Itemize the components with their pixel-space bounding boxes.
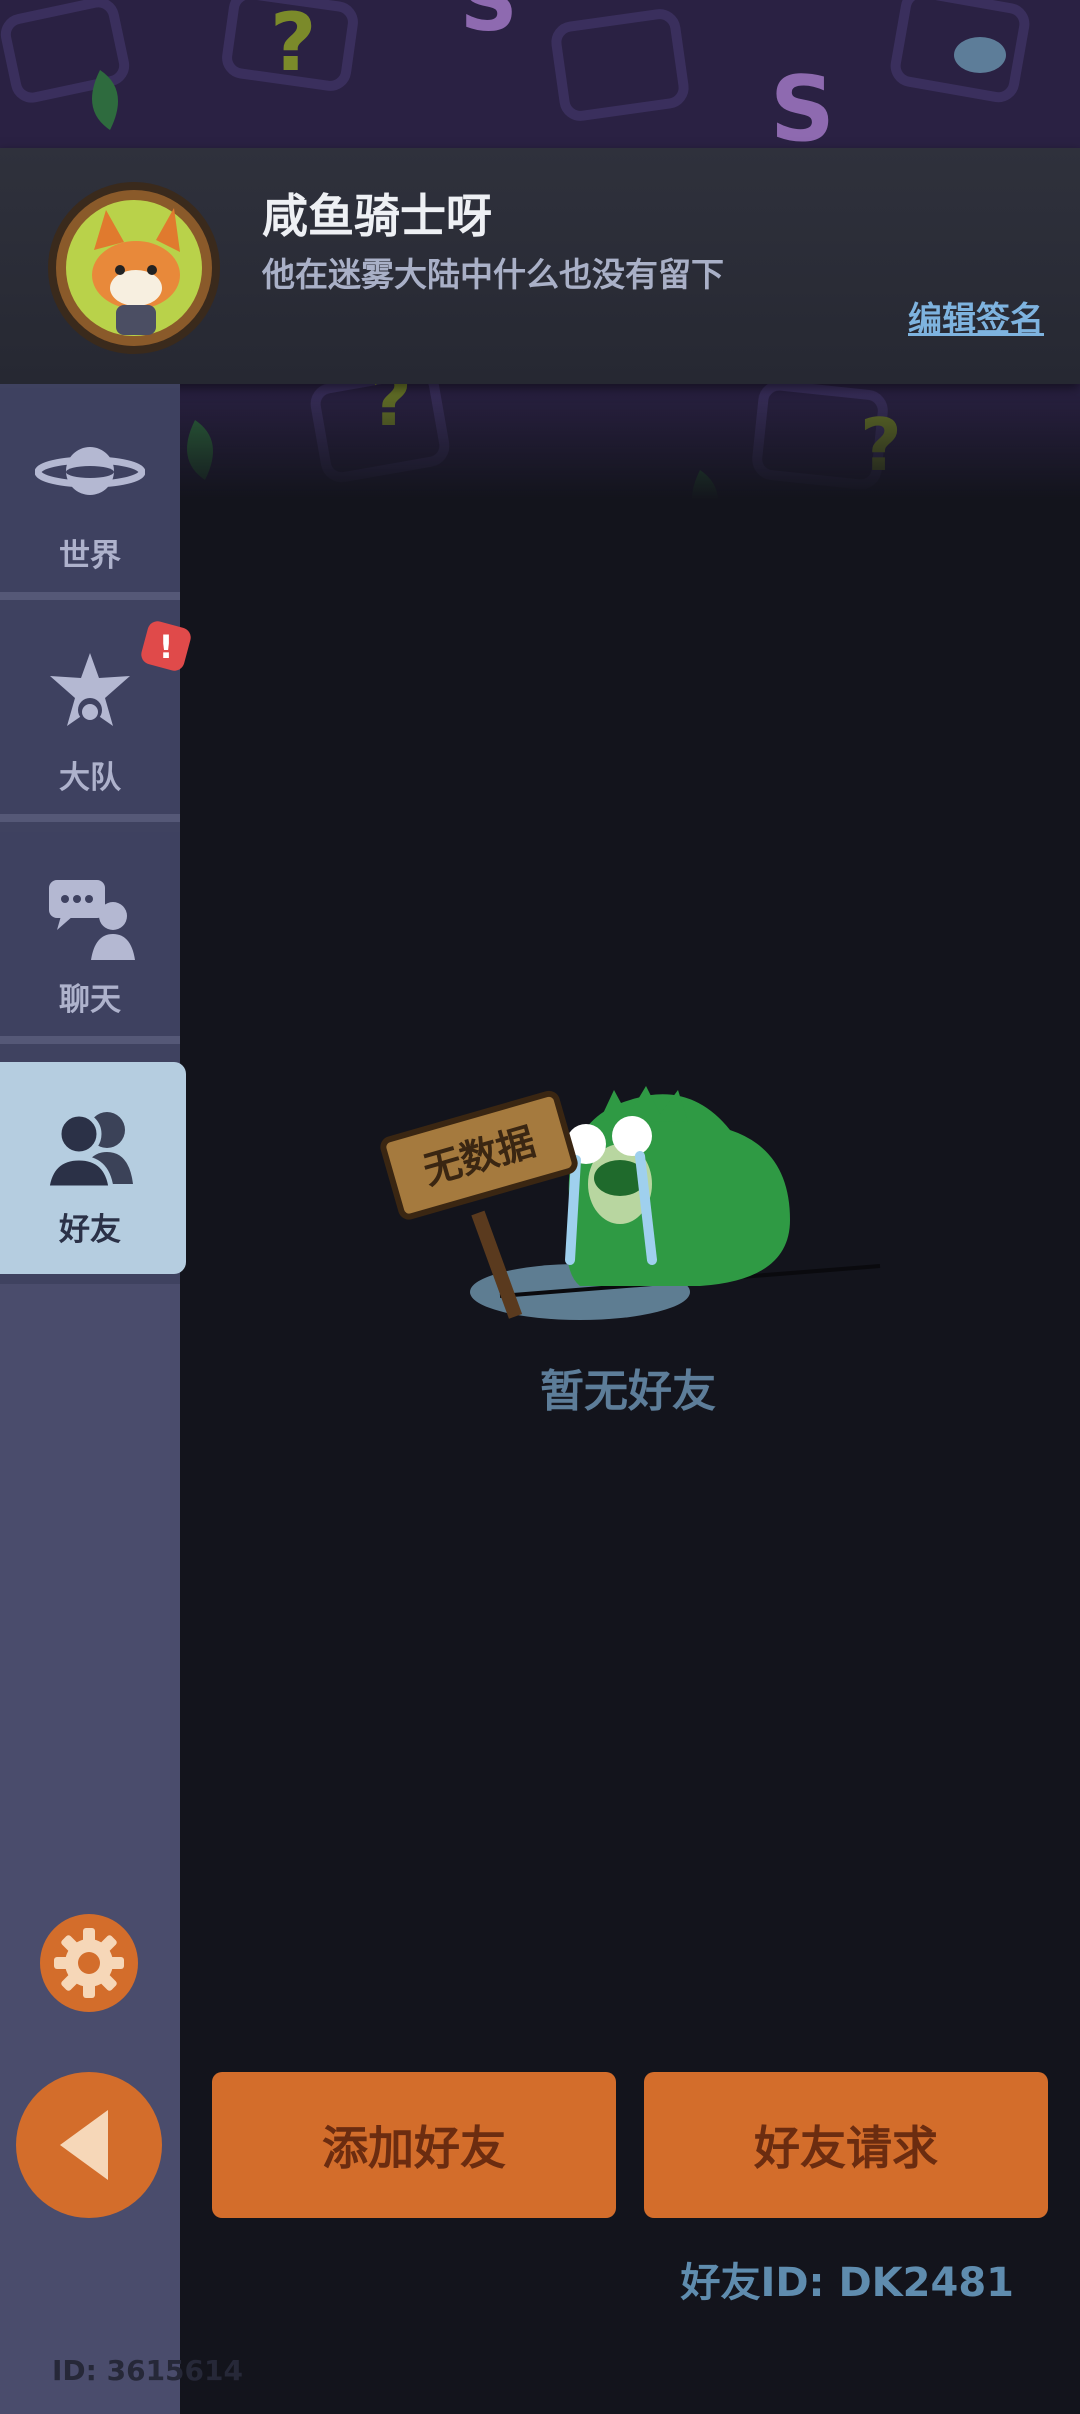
- friend-requests-button[interactable]: 好友请求: [644, 2072, 1048, 2218]
- profile-header: 咸鱼骑士呀 他在迷雾大陆中什么也没有留下 编辑签名: [0, 148, 1080, 384]
- user-id-label: ID: 3615614: [52, 2354, 243, 2387]
- planet-icon: [35, 447, 145, 495]
- empty-state-illustration: 无数据: [380, 1086, 881, 1320]
- gear-icon[interactable]: [40, 1914, 138, 2012]
- squad-emblem-icon: [50, 653, 130, 726]
- back-arrow-icon[interactable]: [16, 2072, 162, 2218]
- empty-state-message: 暂无好友: [540, 1366, 716, 1417]
- svg-text:S: S: [460, 0, 518, 49]
- sidebar-item-world[interactable]: 世界: [0, 388, 180, 600]
- signature-text: 他在迷雾大陆中什么也没有留下: [262, 255, 724, 294]
- sidebar-item-chat[interactable]: 聊天: [0, 832, 180, 1044]
- friend-id-label: 好友ID: DK2481: [680, 2260, 1014, 2306]
- svg-text:?: ?: [270, 0, 316, 89]
- sidebar-item-label: 好友: [59, 1212, 121, 1248]
- sidebar-item-label: 聊天: [59, 982, 121, 1018]
- sidebar-item-label: 世界: [59, 538, 121, 574]
- add-friend-button[interactable]: 添加好友: [212, 2072, 616, 2218]
- chat-icon: [49, 880, 135, 960]
- alert-badge-icon: !: [141, 621, 191, 671]
- nickname: 咸鱼骑士呀: [262, 189, 492, 243]
- svg-text:!: !: [159, 628, 174, 666]
- svg-text:S: S: [770, 57, 835, 162]
- sidebar-item-label: 大队: [59, 760, 121, 796]
- edit-signature-link[interactable]: 编辑签名: [908, 292, 1044, 341]
- sidebar-item-friends[interactable]: 好友: [0, 1062, 186, 1274]
- avatar[interactable]: [46, 180, 222, 356]
- friends-icon: [44, 1111, 133, 1190]
